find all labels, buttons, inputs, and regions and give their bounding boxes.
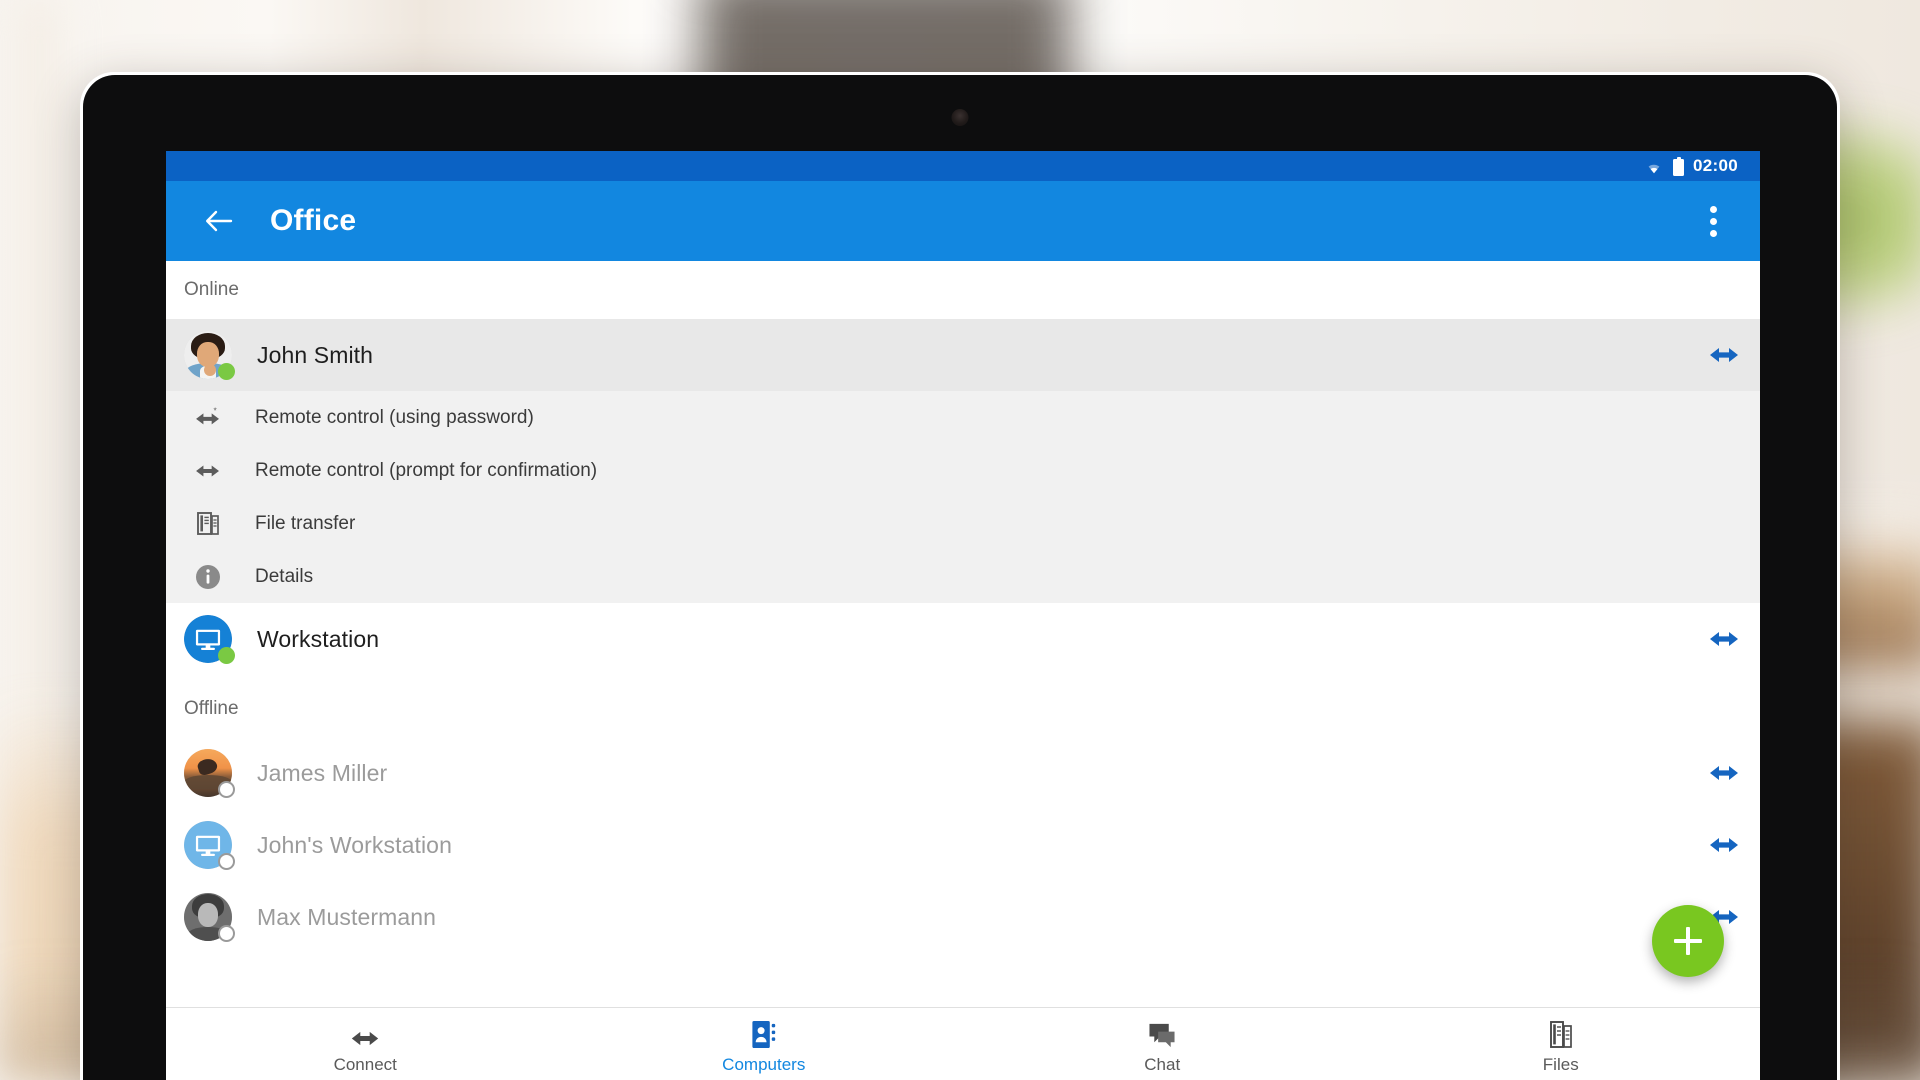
action-remote-control-password[interactable]: * Remote control (using password) xyxy=(166,391,1760,444)
remote-control-password-icon: * xyxy=(186,396,230,440)
avatar xyxy=(184,331,232,379)
list-item-label: John's Workstation xyxy=(257,832,452,859)
remote-control-arrow-icon[interactable] xyxy=(1688,629,1760,649)
tab-files[interactable]: Files xyxy=(1362,1008,1761,1080)
add-computer-fab[interactable] xyxy=(1652,905,1724,977)
remote-control-arrow-icon[interactable] xyxy=(1688,345,1760,365)
status-badge-online xyxy=(218,363,235,380)
battery-icon xyxy=(1673,157,1684,176)
remote-control-arrow-icon[interactable] xyxy=(1688,835,1760,855)
computers-list: Online John Smith xyxy=(166,261,1760,1007)
laptop-bezel: 02:00 Office Online xyxy=(83,75,1837,1080)
computers-contact-icon xyxy=(751,1019,777,1049)
tab-computers[interactable]: Computers xyxy=(565,1008,964,1080)
info-icon xyxy=(186,555,230,599)
clock-time: 02:00 xyxy=(1693,156,1738,176)
tab-connect[interactable]: Connect xyxy=(166,1008,565,1080)
chat-bubbles-icon xyxy=(1147,1019,1177,1049)
action-label: Remote control (prompt for confirmation) xyxy=(255,460,597,482)
action-file-transfer[interactable]: File transfer xyxy=(166,497,1760,550)
file-transfer-icon xyxy=(186,502,230,546)
device-screen: 02:00 Office Online xyxy=(166,151,1760,1080)
list-item-john-smith[interactable]: John Smith xyxy=(166,319,1760,391)
expanded-action-menu: * Remote control (using password) R xyxy=(166,391,1760,603)
avatar xyxy=(184,615,232,663)
section-header-offline: Offline xyxy=(166,675,1760,737)
section-header-online: Online xyxy=(166,261,1760,319)
tab-label: Computers xyxy=(722,1055,805,1075)
back-arrow-icon[interactable] xyxy=(196,198,242,244)
page-title: Office xyxy=(270,204,356,238)
svg-text:*: * xyxy=(214,407,218,415)
status-badge-online xyxy=(218,647,235,664)
tab-label: Files xyxy=(1543,1055,1579,1075)
list-item-label: John Smith xyxy=(257,342,373,369)
tab-chat[interactable]: Chat xyxy=(963,1008,1362,1080)
avatar xyxy=(184,749,232,797)
bottom-navigation: Connect Computers xyxy=(166,1007,1760,1080)
avatar xyxy=(184,893,232,941)
action-label: Details xyxy=(255,566,313,588)
list-item-label: James Miller xyxy=(257,760,387,787)
avatar xyxy=(184,821,232,869)
action-label: Remote control (using password) xyxy=(255,407,534,429)
files-icon xyxy=(1549,1019,1573,1049)
status-bar: 02:00 xyxy=(166,151,1760,181)
list-item-workstation[interactable]: Workstation xyxy=(166,603,1760,675)
overflow-menu-icon[interactable] xyxy=(1690,191,1736,251)
remote-control-arrow-icon[interactable] xyxy=(1688,763,1760,783)
action-remote-control-confirm[interactable]: Remote control (prompt for confirmation) xyxy=(166,444,1760,497)
action-details[interactable]: Details xyxy=(166,550,1760,603)
tab-label: Chat xyxy=(1144,1055,1180,1075)
list-item-label: Workstation xyxy=(257,626,379,653)
wifi-icon xyxy=(1644,159,1664,174)
status-badge-offline xyxy=(218,781,235,798)
remote-control-confirm-icon xyxy=(186,449,230,493)
webcam-icon xyxy=(952,109,969,126)
list-item-max-mustermann[interactable]: Max Mustermann xyxy=(166,881,1760,953)
status-badge-offline xyxy=(218,853,235,870)
tab-label: Connect xyxy=(334,1055,397,1075)
action-label: File transfer xyxy=(255,513,355,535)
app-bar: Office xyxy=(166,181,1760,261)
list-item-label: Max Mustermann xyxy=(257,904,436,931)
list-item-james-miller[interactable]: James Miller xyxy=(166,737,1760,809)
list-item-johns-workstation[interactable]: John's Workstation xyxy=(166,809,1760,881)
status-badge-offline xyxy=(218,925,235,942)
laptop-device: 02:00 Office Online xyxy=(80,72,1840,1080)
connect-arrow-icon xyxy=(349,1019,381,1049)
